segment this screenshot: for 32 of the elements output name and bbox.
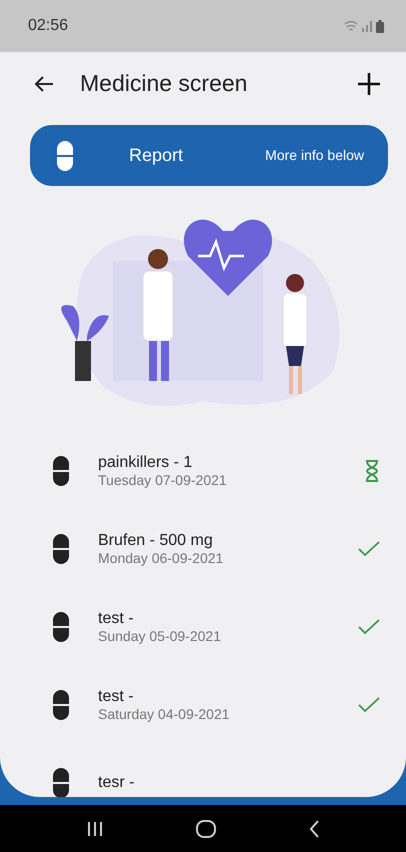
medicine-date: Tuesday 07-09-2021 bbox=[98, 472, 228, 489]
home-button[interactable] bbox=[196, 820, 216, 838]
medicine-date: Monday 06-09-2021 bbox=[98, 550, 224, 567]
medicine-item[interactable]: test - Saturday 04-09-2021 bbox=[0, 666, 406, 744]
add-button[interactable] bbox=[358, 73, 380, 95]
wifi-icon bbox=[344, 20, 358, 32]
medicine-name: tesr - bbox=[98, 773, 136, 793]
battery-icon bbox=[376, 20, 384, 32]
screen-title: Medicine screen bbox=[80, 70, 248, 98]
pill-icon bbox=[52, 611, 70, 643]
back-nav-button[interactable] bbox=[308, 820, 320, 838]
back-button[interactable] bbox=[34, 75, 54, 93]
pill-icon bbox=[52, 689, 70, 721]
medicine-name: test - bbox=[98, 687, 135, 706]
medicine-date: Saturday 04-09-2021 bbox=[98, 706, 231, 723]
medicine-item[interactable]: painkillers - 1 Tuesday 07-09-2021 bbox=[0, 432, 406, 510]
medicine-name: painkillers - 1 bbox=[98, 453, 194, 472]
banner-title: Report bbox=[129, 144, 184, 167]
report-banner[interactable]: Report More info below bbox=[30, 125, 388, 186]
pill-icon bbox=[52, 455, 70, 487]
recent-apps-button[interactable] bbox=[86, 820, 102, 838]
pill-icon bbox=[52, 533, 70, 565]
clock-time: 02:56 bbox=[28, 16, 68, 36]
pill-icon bbox=[56, 140, 74, 172]
medicine-item[interactable]: test - Sunday 05-09-2021 bbox=[0, 588, 406, 666]
banner-subtitle: More info below bbox=[265, 146, 364, 165]
signal-icon bbox=[362, 20, 372, 32]
medicine-name: test - bbox=[98, 609, 135, 628]
medicine-item[interactable]: Brufen - 500 mg Monday 06-09-2021 bbox=[0, 510, 406, 588]
medicine-name: Brufen - 500 mg bbox=[98, 531, 214, 550]
medicine-item[interactable]: tesr - bbox=[0, 744, 406, 797]
medicine-date: Sunday 05-09-2021 bbox=[98, 628, 222, 645]
